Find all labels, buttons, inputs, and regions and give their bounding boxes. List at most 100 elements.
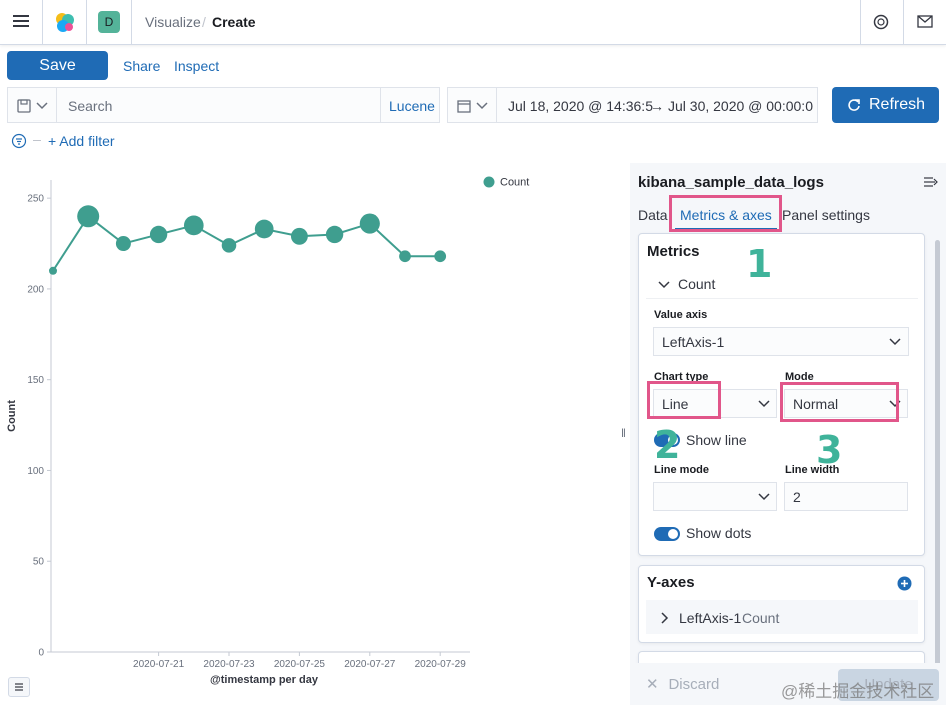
chevron-down-icon	[658, 281, 670, 289]
filter-divider	[33, 140, 41, 141]
date-start[interactable]: Jul 18, 2020 @ 14:36:5	[508, 98, 653, 114]
refresh-icon	[848, 99, 860, 111]
y-tick-label: 150	[27, 375, 44, 386]
space-avatar[interactable]: D	[98, 11, 120, 33]
search-input[interactable]: Search	[56, 87, 382, 123]
y-tick-label: 200	[27, 284, 44, 295]
line-mode-select[interactable]	[653, 482, 777, 511]
query-language-button[interactable]: Lucene	[380, 87, 440, 123]
date-end[interactable]: Jul 30, 2020 @ 00:00:0	[668, 98, 813, 114]
legend-toggle-icon[interactable]	[8, 677, 30, 697]
annotation-number-2: 2	[654, 423, 681, 467]
y-axis-item-metric: Count	[742, 610, 780, 626]
calendar-icon	[457, 100, 471, 113]
y-tick-label: 100	[27, 466, 44, 477]
chevron-right-icon	[661, 612, 669, 624]
x-tick-label: 2020-07-25	[274, 659, 326, 670]
help-icon[interactable]	[873, 14, 889, 33]
value-axis-label: Value axis	[654, 309, 708, 321]
legend-label-count: Count	[500, 177, 529, 189]
show-dots-toggle[interactable]	[654, 527, 680, 541]
share-link[interactable]: Share	[123, 58, 160, 74]
breadcrumb-visualize[interactable]: Visualize	[145, 14, 201, 30]
data-point	[359, 213, 380, 234]
date-quick-menu[interactable]	[447, 87, 497, 123]
y-tick-label: 50	[33, 557, 45, 568]
annotation-box-metrics-tab	[669, 195, 782, 232]
divider	[646, 298, 918, 299]
save-icon	[17, 99, 31, 113]
value-axis-select[interactable]: LeftAxis-1	[653, 327, 909, 356]
data-point	[115, 236, 131, 252]
line-chart: 0 50 100 150 200 250 2020-07-21 2020-07-23 2020-…	[6, 176, 529, 686]
resize-handle[interactable]: ‖	[621, 426, 626, 440]
line-width-input[interactable]: 2	[784, 482, 908, 511]
data-point	[325, 225, 344, 244]
show-line-label: Show line	[686, 432, 747, 448]
chevron-down-icon	[36, 102, 48, 110]
chevron-down-icon	[889, 338, 901, 346]
chevron-down-icon	[758, 493, 770, 501]
annotation-number-1: 1	[746, 242, 773, 286]
chevron-down-icon	[476, 102, 488, 110]
mail-icon[interactable]	[917, 15, 933, 31]
y-axis-item[interactable]: LeftAxis-1 Count	[646, 600, 918, 634]
data-point	[77, 205, 100, 228]
close-icon: ✕	[646, 676, 659, 693]
line-width-value: 2	[793, 489, 801, 505]
breadcrumb-create: Create	[212, 14, 256, 30]
y-axis-title: Count	[6, 400, 18, 432]
metric-count-toggle[interactable]: Count	[655, 276, 915, 296]
saved-query-menu[interactable]	[7, 87, 57, 123]
refresh-button[interactable]: Refresh	[832, 87, 939, 123]
data-point	[49, 266, 57, 275]
legend-swatch	[483, 176, 495, 188]
breadcrumb-separator: /	[202, 14, 206, 30]
query-language-label: Lucene	[389, 98, 435, 114]
add-filter-button[interactable]: + Add filter	[48, 133, 115, 149]
data-point	[399, 250, 411, 263]
x-axis-title: @timestamp per day	[210, 674, 319, 686]
date-range-picker[interactable]: Jul 18, 2020 @ 14:36:5 → Jul 30, 2020 @ …	[496, 87, 818, 123]
chevron-down-icon	[758, 400, 770, 408]
data-point	[221, 238, 237, 253]
y-tick-label: 0	[38, 648, 44, 659]
y-tick-label: 250	[27, 194, 44, 205]
top-nav-bar: D Visualize / Create	[0, 0, 946, 45]
annotation-box-mode	[780, 382, 899, 422]
show-dots-label: Show dots	[686, 525, 752, 541]
arrow-right-icon: →	[650, 98, 664, 114]
x-tick-label: 2020-07-29	[415, 659, 467, 670]
annotation-number-3: 3	[816, 428, 843, 472]
data-point	[149, 225, 168, 244]
x-tick-label: 2020-07-21	[133, 659, 185, 670]
y-axes-title: Y-axes	[647, 574, 695, 591]
kibana-logo-icon[interactable]	[53, 10, 77, 37]
y-axis-item-name: LeftAxis-1	[679, 610, 742, 626]
scrollbar[interactable]	[935, 240, 940, 670]
x-tick-label: 2020-07-23	[203, 659, 255, 670]
refresh-label: Refresh	[869, 96, 926, 113]
discard-button[interactable]: ✕ Discard	[646, 675, 719, 693]
data-point	[254, 219, 274, 239]
metric-count-label: Count	[678, 276, 716, 292]
metrics-title: Metrics	[647, 243, 700, 260]
x-tick-label: 2020-07-27	[344, 659, 396, 670]
index-pattern-title: kibana_sample_data_logs	[638, 174, 824, 191]
discard-label: Discard	[668, 676, 720, 693]
data-point	[434, 250, 447, 263]
tab-panel-settings[interactable]: Panel settings	[782, 207, 870, 223]
tab-data[interactable]: Data	[638, 207, 668, 223]
add-y-axis-icon[interactable]	[897, 576, 912, 594]
data-point	[183, 215, 204, 236]
save-button[interactable]: Save	[7, 51, 108, 80]
menu-icon[interactable]	[13, 14, 29, 28]
inspect-link[interactable]: Inspect	[174, 58, 219, 74]
collapse-sidebar-icon[interactable]	[923, 175, 939, 192]
annotation-box-chart-type	[647, 381, 721, 419]
search-placeholder: Search	[68, 98, 113, 114]
filter-options-icon[interactable]	[11, 133, 27, 152]
watermark: @稀土掘金技术社区	[781, 682, 935, 701]
chart-area: 0 50 100 150 200 250 2020-07-21 2020-07-23 2020-…	[0, 163, 628, 705]
data-point	[290, 227, 308, 245]
